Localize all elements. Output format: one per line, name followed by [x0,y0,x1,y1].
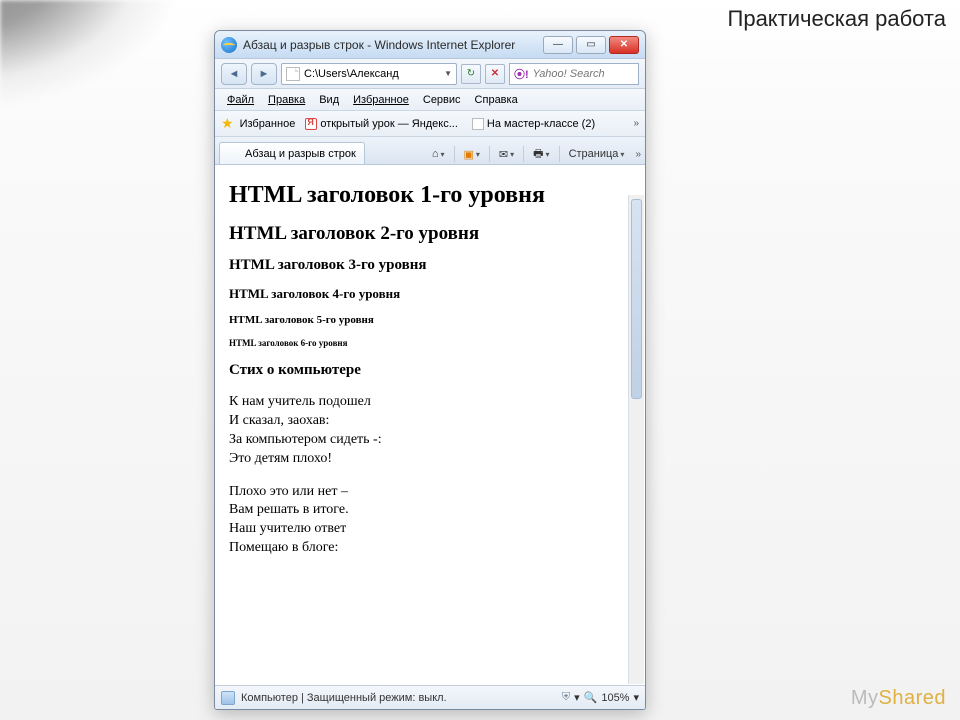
active-tab[interactable]: Абзац и разрыв строк [219,142,365,164]
status-text: Компьютер | Защищенный режим: выкл. [241,692,447,704]
stop-button[interactable]: ✕ [485,64,505,84]
window-title-text: Абзац и разрыв строк - Windows Internet … [243,38,515,52]
feeds-button[interactable]: ▣▾ [460,144,484,164]
zoom-level: 105% [601,692,629,704]
heading-2: HTML заголовок 2-го уровня [229,223,631,245]
separator [489,146,490,162]
close-button[interactable]: ✕ [609,36,639,54]
page-icon [472,118,484,130]
tab-bar: Абзац и разрыв строк ⌂▾ ▣▾ ✉▾ 🖶▾ Страниц… [215,137,645,165]
page-menu-button[interactable]: Страница ▾ [565,144,629,164]
favorites-label: Избранное [240,118,296,130]
menu-view[interactable]: Вид [313,92,345,108]
menu-file[interactable]: Файл [221,92,260,108]
subtitle: Стих о компьютере [229,362,631,379]
home-icon: ⌂ [432,148,439,160]
window-titlebar[interactable]: Абзац и разрыв строк - Windows Internet … [215,31,645,59]
heading-3: HTML заголовок 3-го уровня [229,257,631,274]
navigation-bar: ◄ ► C:\Users\Александ ▼ ↻ ✕ ⦿! [215,59,645,89]
ie-logo-icon [221,37,237,53]
yahoo-search-icon: ⦿! [514,66,529,82]
document-icon [286,67,300,81]
minimize-button[interactable]: — [543,36,573,54]
menu-tools[interactable]: Сервис [417,92,467,108]
vertical-scrollbar[interactable] [628,195,644,684]
heading-1: HTML заголовок 1-го уровня [229,182,631,209]
favorite-link-2[interactable]: На мастер-классе (2) [468,116,599,132]
favorites-bar: ★ Избранное открытый урок — Яндекс... На… [215,111,645,137]
menu-bar: Файл Правка Вид Избранное Сервис Справка [215,89,645,111]
search-input[interactable] [533,68,634,80]
separator [454,146,455,162]
status-bar: Компьютер | Защищенный режим: выкл. ⛨ ▾ … [215,685,645,709]
zone-dropdown-icon[interactable]: ▾ [574,691,580,704]
address-bar[interactable]: C:\Users\Александ ▼ [281,63,457,85]
menu-favorites[interactable]: Избранное [347,92,415,108]
menu-edit[interactable]: Правка [262,92,311,108]
favorite-link-1-label: открытый урок — Яндекс... [320,118,458,130]
poem-stanza-2: Плохо это или нет – Вам решать в итоге. … [229,483,631,559]
computer-zone-icon [221,691,235,705]
forward-button[interactable]: ► [251,63,277,85]
address-text: C:\Users\Александ [304,68,399,80]
back-button[interactable]: ◄ [221,63,247,85]
yandex-icon [305,118,317,130]
zoom-dropdown-icon[interactable]: ▾ [633,691,639,704]
scrollbar-thumb[interactable] [631,199,642,399]
page-menu-label: Страница [569,148,619,160]
maximize-button[interactable]: ▭ [576,36,606,54]
separator [559,146,560,162]
protected-mode-off-icon[interactable]: ⛨ [562,691,570,704]
favorites-overflow-icon[interactable]: » [633,118,639,129]
refresh-button[interactable]: ↻ [461,64,481,84]
mail-icon: ✉ [499,148,508,161]
search-box[interactable]: ⦿! [509,63,639,85]
page-content: HTML заголовок 1-го уровня HTML заголово… [215,165,645,685]
favorite-link-2-label: На мастер-классе (2) [487,118,595,130]
heading-5: HTML заголовок 5-го уровня [229,314,631,326]
slide-title: Практическая работа [728,6,946,32]
toolbar-overflow-icon[interactable]: » [635,149,641,160]
separator [523,146,524,162]
print-button[interactable]: 🖶▾ [529,144,553,164]
tab-title: Абзац и разрыв строк [245,148,356,160]
favorite-link-1[interactable]: открытый урок — Яндекс... [301,116,462,132]
home-button[interactable]: ⌂▾ [428,144,449,164]
tab-favicon-icon [228,147,241,160]
poem-stanza-1: К нам учитель подошел И сказал, заохав: … [229,393,631,469]
print-icon: 🖶 [533,145,543,164]
heading-6: HTML заголовок 6-го уровня [229,338,631,348]
ie-window: Абзац и разрыв строк - Windows Internet … [214,30,646,710]
read-mail-button[interactable]: ✉▾ [495,144,518,164]
zoom-icon[interactable]: 🔍 [584,691,598,704]
heading-4: HTML заголовок 4-го уровня [229,286,631,302]
menu-help[interactable]: Справка [469,92,524,108]
address-dropdown-icon[interactable]: ▼ [444,69,452,78]
favorites-star-icon[interactable]: ★ [221,115,234,132]
watermark: MyShared [851,687,946,710]
rss-icon: ▣ [464,148,474,161]
